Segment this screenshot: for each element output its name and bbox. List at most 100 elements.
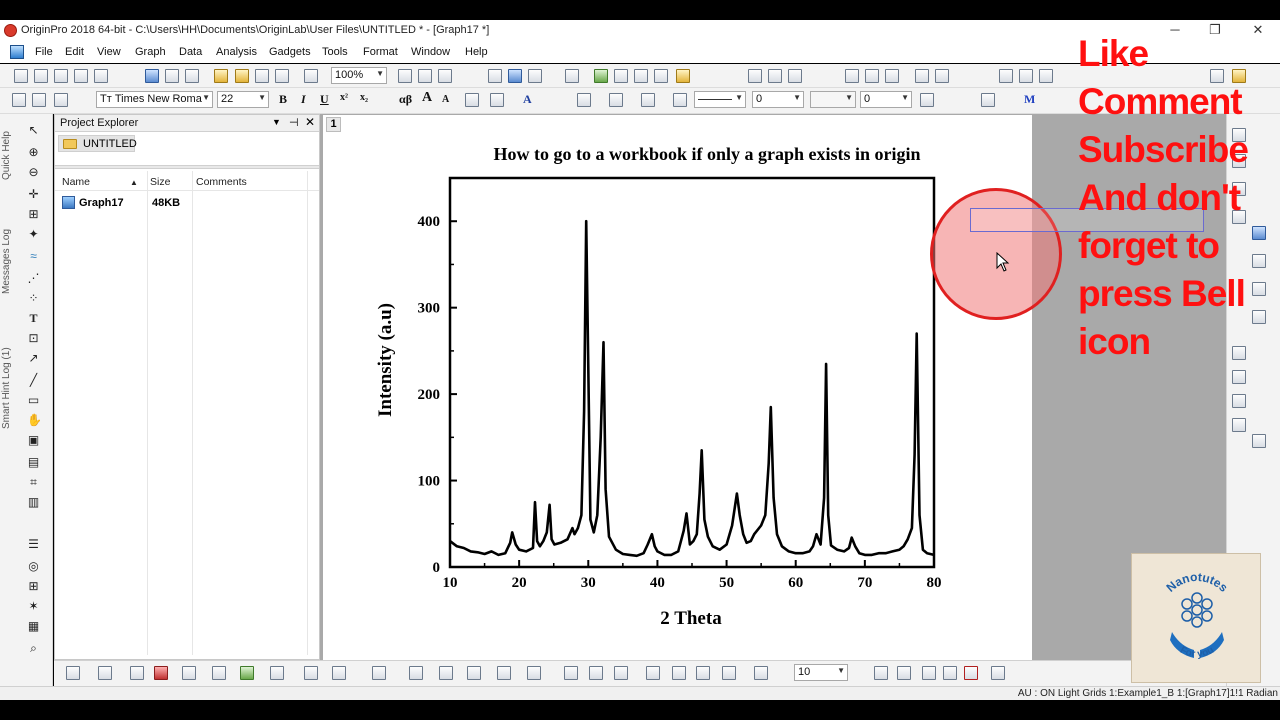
print-icon[interactable] — [398, 69, 412, 83]
project-explorer-icon[interactable] — [565, 69, 579, 83]
line-symbol-icon[interactable] — [130, 666, 144, 680]
column-name[interactable]: Name — [62, 176, 90, 188]
tools-icon[interactable] — [885, 69, 899, 83]
greek-button[interactable]: αβ — [399, 92, 412, 107]
pin-icon[interactable]: ⊣ — [289, 116, 299, 129]
underline-button[interactable]: U — [320, 92, 329, 107]
bold-button[interactable]: B — [279, 92, 287, 107]
menu-edit[interactable]: Edit — [65, 46, 84, 58]
subscript-button[interactable]: x₂ — [360, 92, 368, 103]
arrow-tool-icon[interactable]: ↗ — [27, 352, 40, 365]
menu-view[interactable]: View — [97, 46, 121, 58]
tab-messages-log[interactable]: Messages Log — [1, 214, 15, 294]
rotate-icon[interactable] — [874, 666, 888, 680]
filter-clear-icon[interactable] — [935, 69, 949, 83]
new-function-icon[interactable] — [165, 69, 179, 83]
font-size-combo[interactable]: 22 ▼ — [217, 91, 269, 108]
area-chart-icon[interactable] — [240, 666, 254, 680]
layer-management-icon[interactable] — [594, 69, 608, 83]
file-row-graph17[interactable]: Graph17 48KB — [55, 194, 319, 212]
chevron-down-icon[interactable]: ▼ — [272, 117, 281, 127]
line-plot-icon[interactable] — [66, 666, 80, 680]
x-axis-label[interactable]: 2 Theta — [660, 608, 722, 629]
italic-button[interactable]: I — [301, 92, 306, 107]
new-notes-icon[interactable] — [94, 69, 108, 83]
search-icon[interactable]: ⌕ — [27, 642, 40, 655]
sum-icon[interactable] — [748, 69, 762, 83]
menu-window[interactable]: Window — [411, 46, 450, 58]
zoom-in-icon[interactable] — [614, 69, 628, 83]
line-tool-icon[interactable]: ╱ — [27, 374, 40, 387]
grid-icon[interactable] — [467, 666, 481, 680]
data-highlight-icon[interactable] — [964, 666, 978, 680]
mask-pattern-icon[interactable] — [922, 666, 936, 680]
draw-data-icon[interactable]: ≈ — [27, 250, 40, 263]
3d-surface-icon[interactable] — [332, 666, 346, 680]
object-6-icon[interactable] — [696, 666, 710, 680]
annotation-icon[interactable]: ⊡ — [27, 332, 40, 345]
box-icon[interactable] — [527, 666, 541, 680]
statistics-icon[interactable] — [788, 69, 802, 83]
table-tool-icon[interactable]: ▦ — [27, 620, 40, 633]
new-layout-icon[interactable] — [145, 69, 159, 83]
data-reader-icon[interactable]: ⊞ — [27, 208, 40, 221]
hand-icon[interactable]: ✋ — [27, 414, 42, 427]
zoom-combo[interactable]: 100% ▼ — [331, 67, 387, 84]
tab-smart-hint-log[interactable]: Smart Hint Log (1) — [1, 329, 15, 429]
save-template-icon[interactable] — [275, 69, 289, 83]
copy-format-icon[interactable] — [12, 93, 26, 107]
pointer-icon[interactable]: ↖ — [27, 124, 40, 137]
folder-item-untitled[interactable]: UNTITLED — [58, 135, 137, 152]
line-color-icon[interactable] — [609, 93, 623, 107]
waterfall-icon[interactable] — [439, 666, 453, 680]
layer-add-icon[interactable]: ⊞ — [27, 580, 40, 593]
align-left-icon[interactable] — [465, 93, 479, 107]
distribute-icon[interactable] — [1232, 394, 1246, 408]
object-3-icon[interactable] — [614, 666, 628, 680]
child-window-icon[interactable] — [10, 45, 24, 59]
new-matrix-icon[interactable] — [74, 69, 88, 83]
new-graph-icon[interactable] — [54, 69, 68, 83]
flip-icon[interactable] — [897, 666, 911, 680]
object-4-icon[interactable] — [646, 666, 660, 680]
menu-help[interactable]: Help — [465, 46, 488, 58]
object-5-icon[interactable] — [672, 666, 686, 680]
save-project-icon[interactable] — [255, 69, 269, 83]
circle-tool-icon[interactable]: ◎ — [27, 560, 40, 573]
xrd-chart[interactable]: How to go to a workbook if only a graph … — [323, 115, 1032, 660]
tab-quick-help[interactable]: Quick Help — [1, 120, 15, 180]
results-log-icon[interactable] — [508, 69, 522, 83]
star-icon[interactable]: ✶ — [27, 600, 40, 613]
grid-pattern-icon[interactable] — [920, 93, 934, 107]
fill-color-icon[interactable] — [577, 93, 591, 107]
menu-gadgets[interactable]: Gadgets — [269, 46, 311, 58]
y-axis-label[interactable]: Intensity (a.u) — [375, 303, 396, 417]
3d-pie-icon[interactable] — [409, 666, 423, 680]
mask-icon[interactable]: ⋰ — [27, 272, 40, 285]
superscript-button[interactable]: x² — [340, 92, 348, 103]
regional-mask-icon[interactable]: ⁘ — [27, 292, 40, 305]
command-window-icon[interactable] — [528, 69, 542, 83]
sort-icon[interactable] — [768, 69, 782, 83]
align-center-icon[interactable] — [490, 93, 504, 107]
adjust-icon[interactable] — [991, 666, 1005, 680]
chart-title[interactable]: How to go to a workbook if only a graph … — [493, 144, 920, 164]
menu-file[interactable]: File — [35, 46, 53, 58]
zoom-out-tool-icon[interactable]: ⊖ — [27, 166, 40, 179]
col-layout-icon[interactable] — [943, 666, 957, 680]
menu-analysis[interactable]: Analysis — [216, 46, 257, 58]
font-color-button[interactable]: A — [523, 92, 532, 107]
font-name-combo[interactable]: Tт Times New Roma ▼ — [96, 91, 213, 108]
pane-splitter[interactable] — [55, 165, 319, 169]
list-icon[interactable]: ☰ — [27, 538, 40, 551]
3d-bar-icon[interactable] — [372, 666, 386, 680]
refresh-icon[interactable] — [418, 69, 432, 83]
stats-chart-icon[interactable] — [212, 666, 226, 680]
object-2-icon[interactable] — [589, 666, 603, 680]
contour-icon[interactable] — [270, 666, 284, 680]
duplicate-icon[interactable] — [438, 69, 452, 83]
line-width-combo[interactable]: 0 ▼ — [752, 91, 804, 108]
scatter-plot-icon[interactable] — [98, 666, 112, 680]
data-selector-icon[interactable]: ✦ — [27, 228, 40, 241]
rectangle-tool-icon[interactable]: ▭ — [27, 394, 40, 407]
